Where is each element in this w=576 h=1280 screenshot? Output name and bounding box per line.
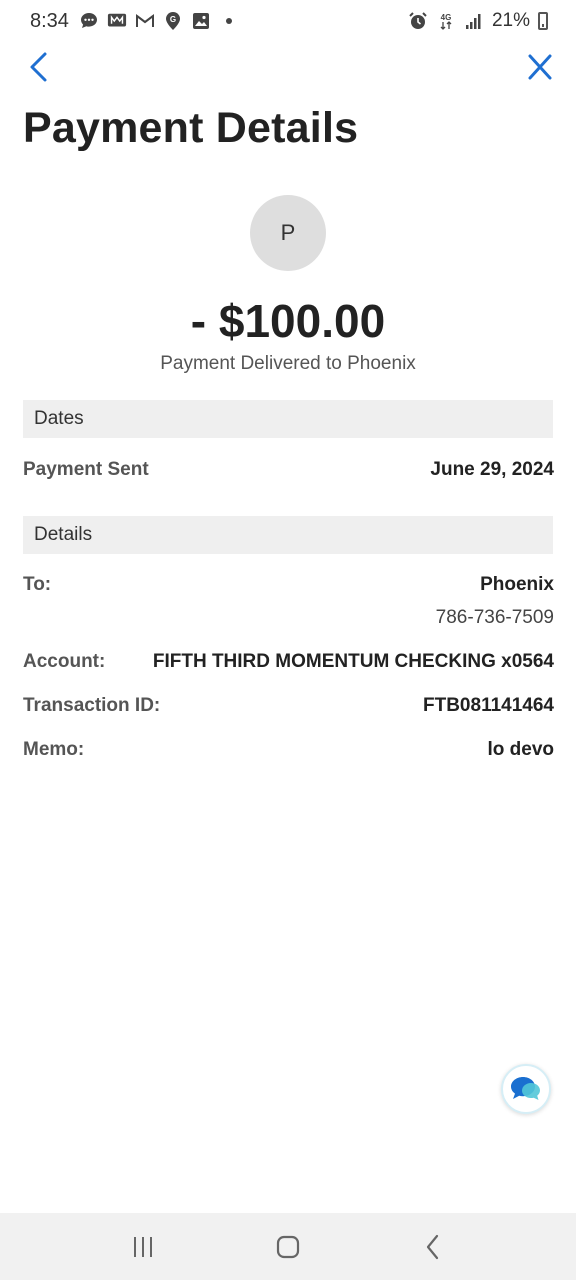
section-header-details: Details [23, 516, 553, 554]
close-icon [528, 54, 552, 80]
svg-text:4G: 4G [441, 13, 452, 22]
payment-sent-label: Payment Sent [23, 459, 149, 480]
close-button[interactable] [524, 52, 556, 82]
to-value: Phoenix [480, 574, 554, 595]
transaction-label: Transaction ID: [23, 695, 161, 716]
status-time: 8:34 [30, 9, 69, 32]
location-icon: G [163, 11, 183, 31]
memo-value: lo devo [487, 739, 554, 760]
alarm-icon [408, 11, 428, 31]
recents-button[interactable] [113, 1222, 173, 1272]
back-button[interactable] [24, 50, 56, 84]
payment-sent-row: Payment Sent June 29, 2024 [23, 456, 554, 484]
battery-icon [538, 12, 548, 30]
m-app-icon [107, 11, 127, 31]
home-icon [276, 1235, 300, 1258]
dot-icon [219, 11, 239, 31]
status-left: 8:34 G [30, 10, 239, 33]
section-header-dates: Dates [23, 400, 553, 438]
recents-icon [133, 1236, 152, 1257]
account-value: FIFTH THIRD MOMENTUM CHECKING x0564 [152, 651, 554, 672]
home-button[interactable] [258, 1222, 318, 1272]
payment-status: Payment Delivered to Phoenix [160, 353, 416, 374]
svg-text:G: G [170, 15, 176, 24]
section-title: Dates [34, 408, 84, 429]
account-row: Account: FIFTH THIRD MOMENTUM CHECKING x… [23, 648, 554, 676]
account-label: Account: [23, 651, 106, 672]
data-icon: 4G [436, 11, 456, 31]
avatar-initial: P [280, 220, 296, 245]
to-label: To: [23, 574, 52, 595]
chat-button[interactable] [501, 1064, 551, 1114]
status-right: 4G 21% [408, 10, 548, 32]
payment-amount: - $100.00 [190, 295, 386, 347]
messages-icon [79, 11, 99, 31]
system-nav-bar [0, 1213, 576, 1280]
page-title: Payment Details [23, 104, 359, 152]
section-title: Details [34, 524, 93, 545]
gallery-icon [191, 11, 211, 31]
chevron-left-icon [30, 52, 47, 82]
battery-percent: 21% [491, 10, 530, 31]
system-back-button[interactable] [403, 1222, 463, 1272]
to-phone: 786-736-7509 [435, 607, 554, 628]
payment-sent-value: June 29, 2024 [430, 459, 554, 480]
gmail-icon [135, 11, 155, 31]
signal-icon [464, 11, 484, 31]
status-bar: 8:34 G 4G 21% [0, 0, 576, 42]
chat-bubble-icon [511, 1077, 540, 1100]
to-row: To: Phoenix [23, 571, 554, 599]
avatar: P [250, 195, 326, 271]
memo-label: Memo: [23, 739, 85, 760]
back-icon [427, 1234, 439, 1259]
to-phone-row: 786-736-7509 [23, 604, 554, 632]
transaction-value: FTB081141464 [423, 695, 554, 716]
transaction-row: Transaction ID: FTB081141464 [23, 692, 554, 720]
memo-row: Memo: lo devo [23, 736, 554, 764]
